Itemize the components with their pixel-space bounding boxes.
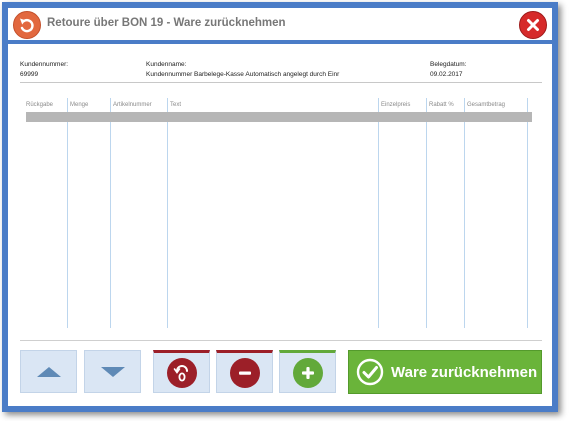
column-divider (167, 98, 168, 328)
customer-number-label: Kundennummer: (20, 61, 69, 68)
column-divider (426, 98, 427, 328)
doc-date-field: Belegdatum: 09.02.2017 (430, 60, 467, 80)
column-divider (67, 98, 68, 328)
return-zero-icon (166, 357, 197, 388)
customer-name-field: Kundenname: Kundennummer Barbelege-Kasse… (146, 60, 339, 80)
minus-icon (229, 357, 260, 388)
confirm-return-label: Ware zurücknehmen (391, 363, 538, 381)
customer-number-field: Kundennummer: 69999 (20, 60, 68, 80)
close-x-icon (527, 19, 539, 31)
footer-divider (20, 340, 542, 341)
column-header-artikelnummer[interactable]: Artikelnummer (113, 102, 152, 108)
column-divider (110, 98, 111, 328)
confirm-return-button[interactable]: Ware zurücknehmen (348, 350, 542, 394)
plus-icon (292, 357, 323, 388)
customer-number-value: 69999 (20, 71, 39, 78)
content-panel: Kundennummer: 69999 Kundenname: Kundennu… (8, 44, 552, 406)
scroll-up-button[interactable] (20, 350, 77, 393)
undo-arrow-icon (20, 18, 34, 33)
remove-button[interactable] (216, 350, 273, 393)
selected-row[interactable] (26, 112, 532, 122)
close-button[interactable] (519, 11, 547, 39)
column-divider (378, 98, 379, 328)
doc-date-label: Belegdatum: (430, 61, 467, 68)
scroll-down-button[interactable] (84, 350, 141, 393)
column-divider (464, 98, 465, 328)
triangle-down-icon (100, 366, 125, 377)
window-title: Retoure über BON 19 - Ware zurücknehmen (47, 17, 286, 29)
column-header-rabatt[interactable]: Rabatt % (429, 102, 454, 108)
column-header-text[interactable]: Text (170, 102, 181, 108)
column-divider (527, 98, 528, 328)
customer-name-label: Kundenname: (146, 61, 187, 68)
header-divider (20, 82, 542, 83)
column-header-menge[interactable]: Menge (70, 102, 88, 108)
triangle-up-icon (36, 366, 61, 377)
title-bar: Retoure über BON 19 - Ware zurücknehmen (8, 8, 552, 40)
retoure-window: Retoure über BON 19 - Ware zurücknehmen … (2, 2, 558, 412)
column-header-rueckgabe[interactable]: Rückgabe (26, 102, 53, 108)
checkmark-icon (356, 358, 384, 386)
column-header-einzelpreis[interactable]: Einzelpreis (381, 102, 410, 108)
items-table[interactable]: Rückgabe Menge Artikelnummer Text Einzel… (20, 98, 536, 328)
add-button[interactable] (279, 350, 336, 393)
customer-name-value: Kundennummer Barbelege-Kasse Automatisch… (146, 71, 340, 78)
column-header-gesamtbetrag[interactable]: Gesamtbetrag (467, 102, 505, 108)
return-item-button[interactable] (153, 350, 210, 393)
doc-date-value: 09.02.2017 (430, 71, 463, 78)
back-button[interactable] (13, 11, 41, 39)
